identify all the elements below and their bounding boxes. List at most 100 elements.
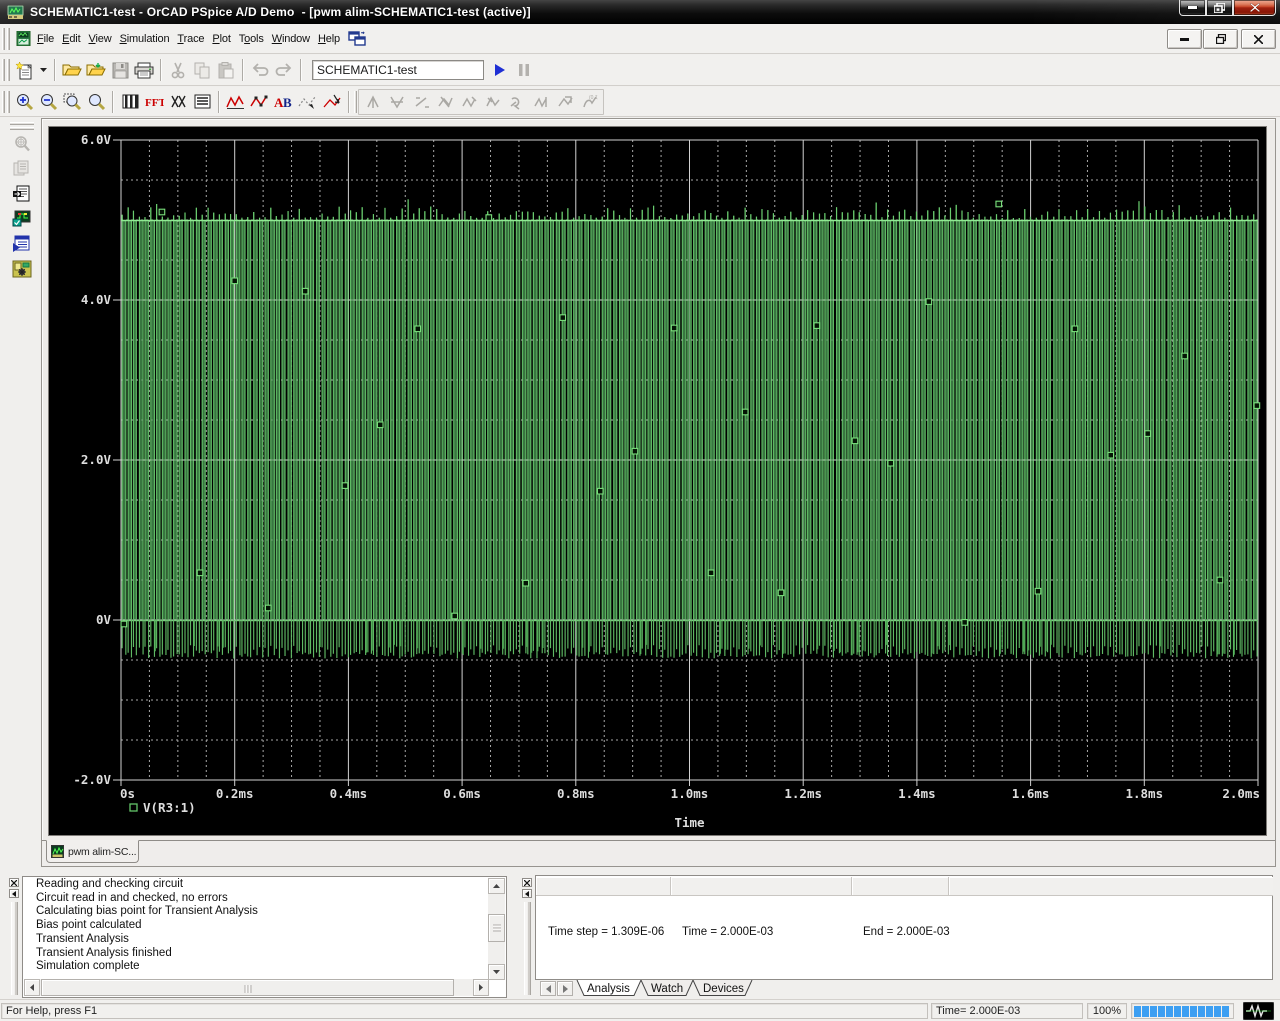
vscroll-thumb[interactable] <box>488 914 505 942</box>
left-toolbar-grip2[interactable] <box>10 127 34 130</box>
tab-analysis[interactable]: Analysis <box>577 980 641 996</box>
view-simulation-queue-button[interactable] <box>9 232 35 256</box>
status-bar: For Help, press F1 Time= 2.000E-03 100% <box>0 999 1280 1021</box>
open-file-button[interactable] <box>85 59 107 81</box>
output-drag-grip[interactable] <box>11 902 18 995</box>
plot-area[interactable]: 6.0V4.0V2.0V0V-2.0V0s0.2ms0.4ms0.6ms0.8m… <box>48 126 1267 836</box>
cursor-toolbar-group: (0,1) <box>358 89 604 115</box>
document-icon[interactable] <box>16 31 31 46</box>
progress-block <box>1214 1006 1221 1017</box>
status-drag-grip[interactable] <box>524 902 531 995</box>
tabs-scroll-left-button[interactable] <box>540 981 556 996</box>
scroll-down-button[interactable] <box>488 964 505 980</box>
zoom-fit-button[interactable] <box>85 91 107 113</box>
simulation-status-window: Time step = 1.309E-06 Time = 2.000E-03 E… <box>519 873 1275 997</box>
window-title: SCHEMATIC1-test - OrCAD PSpice A/D Demo … <box>30 5 531 19</box>
plot-tab-strip: pwm alim-SC... <box>42 840 1275 866</box>
scroll-right-button[interactable] <box>473 979 489 996</box>
trace-marker <box>415 326 421 332</box>
view-original-plot-button <box>9 132 35 156</box>
output-message-list[interactable]: Reading and checking circuitCircuit read… <box>24 878 488 980</box>
simulation-profile-combobox[interactable]: SCHEMATIC1-test <box>312 60 484 80</box>
progress-block <box>1174 1006 1181 1017</box>
trace-marker <box>1072 326 1078 332</box>
title-bar: SCHEMATIC1-test - OrCAD PSpice A/D Demo … <box>0 0 1280 24</box>
ab-cursor-button[interactable]: A B <box>273 91 295 113</box>
statusbar-help: For Help, press F1 <box>1 1003 928 1019</box>
statusbar-wave-icon <box>1243 1002 1274 1020</box>
scroll-left-button[interactable] <box>24 979 40 996</box>
mdi-close-button[interactable] <box>1241 29 1276 49</box>
restore-button[interactable] <box>1206 0 1233 16</box>
tab-devices[interactable]: Devices <box>693 980 752 996</box>
trace-marker <box>1182 353 1188 359</box>
output-hscrollbar[interactable] <box>24 979 489 996</box>
output-close-button[interactable] <box>9 878 19 887</box>
plot-tab[interactable]: pwm alim-SC... <box>46 840 139 863</box>
cursor-search-button <box>506 91 528 113</box>
menu-simulation[interactable]: Simulation <box>116 29 174 49</box>
output-vscrollbar[interactable] <box>488 878 505 980</box>
progress-block <box>1222 1006 1229 1017</box>
menu-help[interactable]: Help <box>314 29 344 49</box>
edit-simulation-profile-button[interactable] <box>191 91 213 113</box>
menu-window[interactable]: Window <box>268 29 314 49</box>
x-tick-label: 1.0ms <box>671 786 709 801</box>
separator <box>54 59 56 81</box>
open-simulation-button[interactable] <box>61 59 83 81</box>
menu-file[interactable]: File <box>33 29 58 49</box>
add-trace-button[interactable] <box>225 91 247 113</box>
zoom-out-button[interactable] <box>37 91 59 113</box>
hscroll-thumb[interactable] <box>41 979 454 996</box>
minimize-button[interactable] <box>1179 0 1206 16</box>
mark-data-points-button[interactable] <box>249 91 271 113</box>
new-dropdown-arrow[interactable] <box>36 59 50 81</box>
status-header-cell <box>852 877 949 896</box>
mark-label-point-button <box>554 91 576 113</box>
toolbar1-grip[interactable] <box>2 59 10 81</box>
menu-view[interactable]: View <box>85 29 116 49</box>
unsync-axis-button[interactable] <box>167 91 189 113</box>
print-button[interactable] <box>133 59 155 81</box>
menu-trace[interactable]: Trace <box>173 29 208 49</box>
mark-label-button[interactable] <box>321 91 343 113</box>
cursor-trace-button[interactable] <box>297 91 319 113</box>
cut-button <box>167 59 189 81</box>
x-tick-label: 2.0ms <box>1222 786 1260 801</box>
plot-columns-button[interactable] <box>119 91 141 113</box>
svg-text:Analysis: Analysis <box>587 983 630 995</box>
run-button[interactable] <box>489 59 511 81</box>
svg-text:Devices: Devices <box>703 983 744 995</box>
toolbar2-grip[interactable] <box>2 91 10 113</box>
waveform-plot: 6.0V4.0V2.0V0V-2.0V0s0.2ms0.4ms0.6ms0.8m… <box>49 127 1266 835</box>
simulation-settings-button[interactable] <box>9 257 35 281</box>
menu-edit[interactable]: Edit <box>58 29 84 49</box>
window-manager-icon[interactable] <box>348 31 366 46</box>
status-header-cell <box>949 877 1273 896</box>
progress-block <box>1206 1006 1213 1017</box>
output-expand-button[interactable] <box>9 889 19 898</box>
scroll-up-button[interactable] <box>488 878 505 894</box>
mdi-minimize-button[interactable] <box>1167 29 1202 49</box>
fft-button[interactable]: FFT <box>143 91 165 113</box>
tabs-scroll-right-button[interactable] <box>557 981 573 996</box>
mdi-restore-button[interactable] <box>1203 29 1238 49</box>
zoom-in-button[interactable] <box>13 91 35 113</box>
menu-plot[interactable]: Plot <box>208 29 234 49</box>
menu-tools[interactable]: Tools <box>235 29 268 49</box>
trace-marker <box>1108 452 1114 458</box>
status-expand-button[interactable] <box>522 889 532 898</box>
view-circuit-button[interactable] <box>9 207 35 231</box>
trace-marker <box>1145 431 1151 437</box>
status-close-button[interactable] <box>522 878 532 887</box>
tab-watch[interactable]: Watch <box>641 980 693 996</box>
zoom-area-button[interactable] <box>61 91 83 113</box>
new-simulation-button[interactable] <box>13 59 35 81</box>
save-button[interactable] <box>109 59 131 81</box>
menubar-grip[interactable] <box>2 28 10 50</box>
left-toolbar-grip[interactable] <box>10 122 34 125</box>
svg-text:Watch: Watch <box>651 983 683 995</box>
view-output-file-button[interactable] <box>9 182 35 206</box>
toolbar-cursor-grip[interactable] <box>354 91 357 113</box>
close-button[interactable] <box>1233 0 1276 16</box>
